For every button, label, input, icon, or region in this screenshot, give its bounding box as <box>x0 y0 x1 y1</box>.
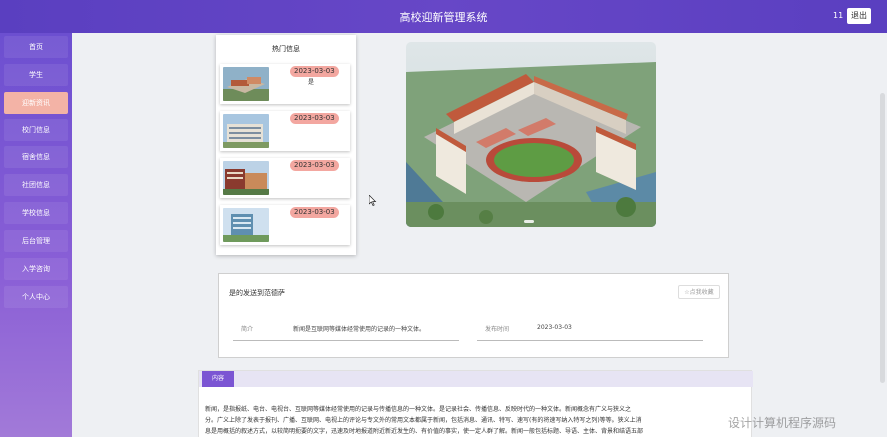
watermark: 设计计算机程序源码 <box>728 416 837 430</box>
intro-value: 新闻是互联网等媒体经常使用的记录的一种文体。 <box>293 326 426 333</box>
sidebar-item-home[interactable]: 首页 <box>4 36 68 58</box>
hot-news-card[interactable]: 2023-03-03 <box>220 111 350 151</box>
news-date-badge: 2023-03-03 <box>290 207 339 218</box>
publish-time-label: 发布时间 <box>485 326 510 333</box>
hot-news-title: 热门信息 <box>272 45 300 53</box>
publish-time-field: 发布时间 2023-03-03 <box>477 321 703 341</box>
publish-time-value: 2023-03-03 <box>537 324 572 331</box>
logout-button[interactable]: 退出 <box>847 8 871 24</box>
sidebar-item-school-info[interactable]: 学校信息 <box>4 202 68 224</box>
news-title: 是的发送到范德萨 <box>229 289 285 297</box>
sidebar-item-news[interactable]: 迎新资讯 <box>4 92 68 114</box>
intro-label: 简介 <box>241 326 254 333</box>
current-user: 11 <box>833 11 844 20</box>
sidebar: 首页 学生 迎新资讯 校门信息 宿舍信息 社团信息 学校信息 后台管理 入学咨询… <box>0 33 72 437</box>
news-date-badge: 2023-03-03 <box>290 160 339 171</box>
intro-field: 简介 新闻是互联网等媒体经常使用的记录的一种文体。 <box>233 321 459 341</box>
sidebar-item-consult[interactable]: 入学咨询 <box>4 258 68 280</box>
content-panel: 内容 新闻，是指报纸、电台、电视台、互联网等媒体经常使用的记录与传播信息的一种文… <box>198 370 753 437</box>
news-thumbnail <box>223 208 269 242</box>
campus-banner-image[interactable] <box>406 42 656 227</box>
sidebar-item-gate-info[interactable]: 校门信息 <box>4 119 68 141</box>
sidebar-item-admin[interactable]: 后台管理 <box>4 230 68 252</box>
sidebar-item-student[interactable]: 学生 <box>4 64 68 86</box>
news-thumbnail <box>223 161 269 195</box>
hot-news-card[interactable]: 2023-03-03 是 <box>220 64 350 104</box>
hot-news-card[interactable]: 2023-03-03 <box>220 158 350 198</box>
app-title: 高校迎新管理系统 <box>399 11 488 24</box>
news-date-badge: 2023-03-03 <box>290 66 339 77</box>
scrollbar[interactable] <box>880 93 885 383</box>
news-thumbnail <box>223 114 269 148</box>
content-line: 分。广义上除了发表于报刊、广播、互联网、电视上的评论与专文外的常用文本都属于新闻… <box>205 417 642 424</box>
content-header: 内容 <box>199 371 753 387</box>
news-detail-panel: 是的发送到范德萨 ☆点我收藏 简介 新闻是互联网等媒体经常使用的记录的一种文体。… <box>218 273 729 358</box>
content-line: 息是用概括的叙述方式，以较简明扼要的文字，迅速及时地报道附近新近发生的、有价值的… <box>205 428 644 435</box>
hot-news-panel: 热门信息 2023-03-03 是 2023-03-03 2023-03-03 … <box>216 35 356 255</box>
sidebar-item-club-info[interactable]: 社团信息 <box>4 174 68 196</box>
sidebar-item-dorm-info[interactable]: 宿舍信息 <box>4 146 68 168</box>
sidebar-item-profile[interactable]: 个人中心 <box>4 286 68 308</box>
news-summary: 是 <box>308 79 315 86</box>
collect-button[interactable]: ☆点我收藏 <box>678 285 720 299</box>
carousel-indicator[interactable] <box>524 220 534 223</box>
content-body: 新闻，是指报纸、电台、电视台、互联网等媒体经常使用的记录与传播信息的一种文体。是… <box>205 404 750 437</box>
top-bar: 高校迎新管理系统 11 退出 <box>0 0 887 33</box>
news-date-badge: 2023-03-03 <box>290 113 339 124</box>
tab-content[interactable]: 内容 <box>202 371 234 387</box>
news-thumbnail <box>223 67 269 101</box>
hot-news-card[interactable]: 2023-03-03 <box>220 205 350 245</box>
main-area: 热门信息 2023-03-03 是 2023-03-03 2023-03-03 … <box>72 33 887 437</box>
mouse-cursor-icon <box>369 195 377 206</box>
content-line: 新闻，是指报纸、电台、电视台、互联网等媒体经常使用的记录与传播信息的一种文体。是… <box>205 406 632 413</box>
